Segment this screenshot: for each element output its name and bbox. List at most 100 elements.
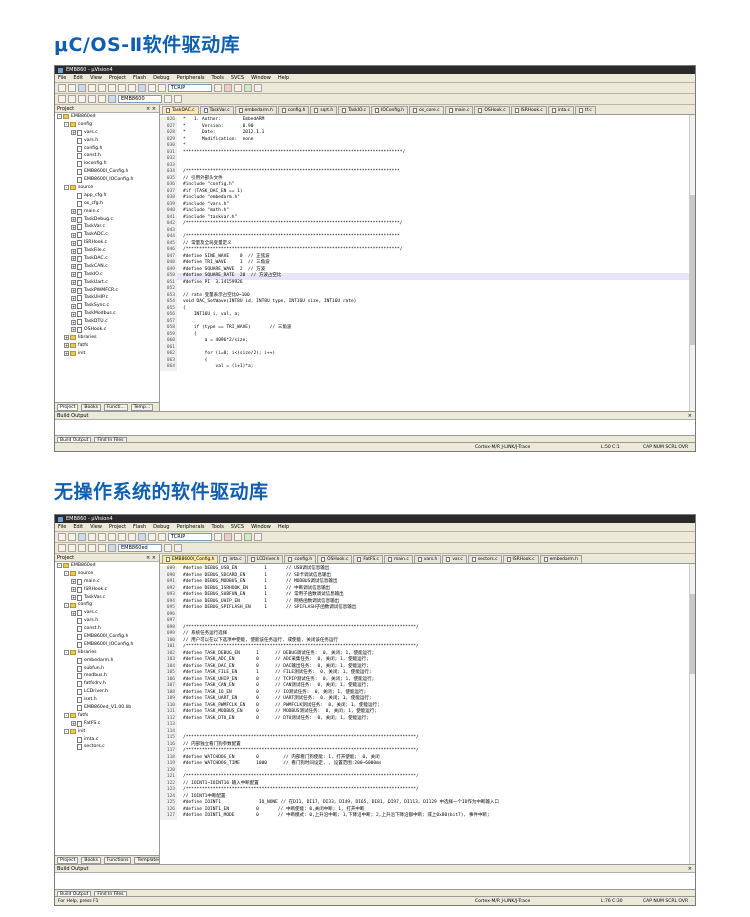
cut-icon[interactable] — [88, 533, 96, 541]
tree-item[interactable]: os_cfg.h — [55, 200, 159, 208]
expand-toggle-icon[interactable]: + — [64, 335, 69, 341]
load-icon[interactable] — [108, 95, 116, 103]
tree-item[interactable]: - config — [55, 121, 159, 129]
search-icon[interactable] — [214, 533, 222, 541]
file-tab[interactable]: FatFS.c — [353, 555, 383, 563]
tree-item[interactable]: - EMB860ed — [55, 562, 159, 570]
rebuild-icon[interactable] — [68, 544, 76, 552]
expand-toggle-icon[interactable]: - — [57, 563, 62, 569]
tree-item[interactable]: sectors.c — [55, 743, 159, 751]
file-tab[interactable]: TaskIO.c — [338, 106, 371, 114]
expand-toggle-icon[interactable]: + — [71, 240, 76, 246]
tree-item[interactable]: vars.h — [55, 617, 159, 625]
tree-item[interactable]: - init — [55, 728, 159, 736]
bookmark-icon[interactable] — [138, 533, 146, 541]
menu-item-help[interactable]: Help — [278, 75, 289, 81]
tree-item[interactable]: + FatFS.c — [55, 720, 159, 728]
tree-item[interactable]: iset.h — [55, 696, 159, 704]
expand-toggle-icon[interactable]: + — [71, 610, 76, 616]
file-tab[interactable]: LCDriver.h — [246, 555, 284, 563]
expand-toggle-icon[interactable]: + — [64, 343, 69, 349]
rebuild-icon[interactable] — [68, 95, 76, 103]
expand-toggle-icon[interactable]: - — [64, 571, 69, 577]
debug-icon[interactable] — [224, 533, 232, 541]
tree-item[interactable]: + TaskPWMFCR.c — [55, 287, 159, 295]
file-tab[interactable]: TaskVar.c — [199, 106, 234, 114]
tree-item[interactable]: config.h — [55, 145, 159, 153]
menu-item-tools[interactable]: Tools — [212, 524, 224, 530]
expand-toggle-icon[interactable]: + — [71, 264, 76, 270]
close-icon[interactable]: × — [688, 865, 692, 872]
panel-tab[interactable]: Functi... — [103, 403, 128, 411]
load-icon[interactable] — [108, 544, 116, 552]
tree-item[interactable]: + TaskDAC.c — [55, 255, 159, 263]
search-icon[interactable] — [214, 84, 222, 92]
file-tab[interactable]: config.h — [284, 555, 317, 563]
tree-item[interactable]: app_cfg.h — [55, 192, 159, 200]
copy-icon[interactable] — [98, 533, 106, 541]
expand-toggle-icon[interactable]: - — [64, 729, 69, 735]
expand-toggle-icon[interactable]: + — [71, 319, 76, 325]
panel-tab[interactable]: Templates — [134, 856, 159, 864]
tree-item[interactable]: const.h — [55, 152, 159, 160]
expand-toggle-icon[interactable]: + — [71, 256, 76, 262]
expand-toggle-icon[interactable]: + — [71, 295, 76, 301]
expand-toggle-icon[interactable]: - — [64, 602, 69, 608]
tree-item[interactable]: ioconfig.h — [55, 160, 159, 168]
tree-item[interactable]: embedarm.h — [55, 657, 159, 665]
tree-item[interactable]: + TaskDTU.c — [55, 318, 159, 326]
menu-item-view[interactable]: View — [90, 75, 102, 81]
menu-item-project[interactable]: Project — [109, 524, 126, 530]
menu-item-debug[interactable]: Debug — [153, 524, 169, 530]
open-icon[interactable] — [68, 533, 76, 541]
target-combo[interactable]: EMB860ed — [118, 544, 162, 552]
tree-item[interactable]: subfun.h — [55, 665, 159, 673]
target-combo[interactable]: EMB8600 — [118, 95, 162, 103]
tree-item[interactable]: + ISRHook.c — [55, 586, 159, 594]
expand-toggle-icon[interactable]: + — [71, 209, 76, 215]
settings-icon[interactable] — [254, 533, 262, 541]
settings-icon[interactable] — [254, 84, 262, 92]
stop-build-icon[interactable] — [98, 95, 106, 103]
expand-toggle-icon[interactable]: + — [71, 587, 76, 593]
menu-item-peripherals[interactable]: Peripherals — [177, 75, 205, 81]
file-tab[interactable]: sectors.c — [467, 555, 502, 563]
copy-icon[interactable] — [98, 84, 106, 92]
expand-toggle-icon[interactable]: + — [71, 272, 76, 278]
tree-item[interactable]: - libraries — [55, 649, 159, 657]
menu-item-svcs[interactable]: SVCS — [231, 75, 244, 81]
tree-item[interactable]: EMB860ed_V1.00.lib — [55, 704, 159, 712]
menu-item-edit[interactable]: Edit — [73, 524, 83, 530]
tree-item[interactable]: + TaskADC.c — [55, 231, 159, 239]
tree-item[interactable]: + OSHook.c — [55, 326, 159, 334]
tree-item[interactable]: modbus.h — [55, 672, 159, 680]
expand-toggle-icon[interactable]: + — [71, 224, 76, 230]
tree-item[interactable]: + TaskCAN.c — [55, 263, 159, 271]
file-tab[interactable]: inta.c — [547, 106, 575, 114]
code-area[interactable]: 026 * 1. Author: EmbedARM 027 * Version: 0.… — [160, 117, 689, 371]
indent-icon[interactable] — [148, 84, 156, 92]
tree-item[interactable]: + vars.c — [55, 609, 159, 617]
target-options-icon[interactable] — [164, 95, 172, 103]
tree-item[interactable]: + TaskModbus.c — [55, 310, 159, 318]
paste-icon[interactable] — [108, 533, 116, 541]
outdent-icon[interactable] — [158, 533, 166, 541]
expand-toggle-icon[interactable]: - — [64, 185, 69, 191]
tree-item[interactable]: + main.c — [55, 578, 159, 586]
menu-item-file[interactable]: File — [58, 75, 66, 81]
tree-item[interactable]: + fatfs — [55, 342, 159, 350]
tree-item[interactable]: LCDriver.h — [55, 688, 159, 696]
new-file-icon[interactable] — [58, 84, 66, 92]
close-icon[interactable]: × × — [146, 554, 156, 561]
tree-item[interactable]: + libraries — [55, 334, 159, 342]
tree-item[interactable]: + TaskVar.c — [55, 594, 159, 602]
tree-item[interactable]: EMB8600l_Config.h — [55, 168, 159, 176]
target-options-icon[interactable] — [164, 544, 172, 552]
expand-toggle-icon[interactable]: + — [71, 130, 76, 136]
tree-item[interactable]: vars.h — [55, 137, 159, 145]
tree-item[interactable]: EMB8600l_IOConfig.h — [55, 176, 159, 184]
panel-tab[interactable]: Project — [57, 403, 79, 411]
vertical-scrollbar[interactable] — [689, 115, 695, 411]
redo-icon[interactable] — [128, 84, 136, 92]
indent-icon[interactable] — [148, 533, 156, 541]
